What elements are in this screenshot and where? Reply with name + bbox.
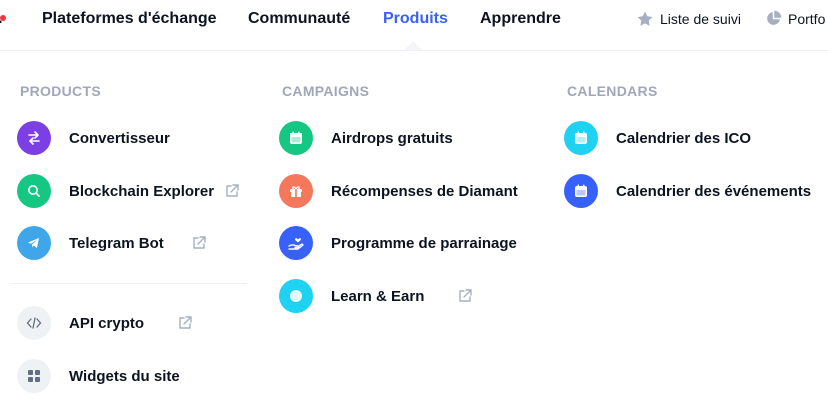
portfolio-link[interactable]: Portfo bbox=[765, 10, 825, 27]
external-link-icon bbox=[226, 184, 239, 197]
menu-item-label: Airdrops gratuits bbox=[331, 129, 453, 147]
menu-item-label: Telegram Bot bbox=[69, 234, 164, 252]
circle-icon bbox=[279, 279, 313, 313]
menu-item-label: Programme de parrainage bbox=[331, 234, 517, 252]
menu-item-label: Learn & Earn bbox=[331, 287, 425, 305]
menu-item-site-widgets[interactable]: Widgets du site bbox=[17, 358, 180, 394]
menu-item-crypto-api[interactable]: API crypto bbox=[17, 305, 144, 341]
menu-item-learn-and-earn[interactable]: Learn & Earn bbox=[279, 278, 424, 314]
menu-item-label: Blockchain Explorer bbox=[69, 182, 215, 200]
menu-item-label: Widgets du site bbox=[69, 367, 180, 385]
watchlist-label: Liste de suivi bbox=[660, 11, 741, 27]
code-icon bbox=[17, 306, 51, 340]
swap-icon bbox=[17, 121, 51, 155]
nav-products[interactable]: Produits bbox=[383, 10, 448, 28]
external-link-icon bbox=[193, 236, 206, 249]
products-section-title: PRODUCTS bbox=[20, 83, 101, 99]
pie-chart-icon bbox=[767, 10, 782, 25]
top-navigation-bar: Plateformes d'échange Communauté Produit… bbox=[0, 0, 828, 51]
calendar-icon bbox=[564, 121, 598, 155]
menu-item-label: API crypto bbox=[69, 314, 145, 332]
menu-item-blockchain-explorer[interactable]: Blockchain Explorer bbox=[17, 173, 214, 209]
menu-item-ico-calendar[interactable]: Calendrier des ICO bbox=[564, 120, 751, 156]
products-dropdown-panel: PRODUCTS Convertisseur Blockchain Explor… bbox=[0, 51, 828, 401]
menu-item-free-airdrops[interactable]: Airdrops gratuits bbox=[279, 120, 453, 156]
search-icon bbox=[17, 174, 51, 208]
external-link-icon bbox=[459, 289, 472, 302]
watchlist-link[interactable]: Liste de suivi bbox=[636, 10, 741, 28]
nav-exchanges[interactable]: Plateformes d'échange bbox=[42, 10, 217, 28]
logo-fragment[interactable] bbox=[0, 15, 6, 23]
grid-icon bbox=[17, 359, 51, 393]
nav-learn[interactable]: Apprendre bbox=[480, 10, 561, 28]
dropdown-caret bbox=[404, 41, 422, 50]
menu-item-label: Convertisseur bbox=[69, 129, 170, 147]
star-icon bbox=[637, 11, 653, 26]
menu-item-label: Calendrier des ICO bbox=[616, 129, 752, 147]
portfolio-label: Portfo bbox=[788, 10, 826, 27]
campaigns-section-title: CAMPAIGNS bbox=[282, 83, 370, 99]
calendar-icon bbox=[279, 121, 313, 155]
calendar-icon bbox=[564, 174, 598, 208]
gift-icon bbox=[279, 174, 313, 208]
menu-item-events-calendar[interactable]: Calendrier des événements bbox=[564, 173, 811, 209]
nav-community[interactable]: Communauté bbox=[248, 10, 350, 28]
calendars-section-title: CALENDARS bbox=[567, 83, 658, 99]
menu-item-label: Récompenses de Diamant bbox=[331, 182, 518, 200]
menu-item-label: Calendrier des événements bbox=[616, 182, 812, 200]
menu-item-telegram-bot[interactable]: Telegram Bot bbox=[17, 225, 164, 261]
menu-item-diamond-rewards[interactable]: Récompenses de Diamant bbox=[279, 173, 518, 209]
section-divider bbox=[10, 283, 247, 284]
hand-heart-icon bbox=[279, 226, 313, 260]
menu-item-referral-program[interactable]: Programme de parrainage bbox=[279, 225, 517, 261]
telegram-icon bbox=[17, 226, 51, 260]
external-link-icon bbox=[179, 316, 192, 329]
menu-item-converter[interactable]: Convertisseur bbox=[17, 120, 170, 156]
